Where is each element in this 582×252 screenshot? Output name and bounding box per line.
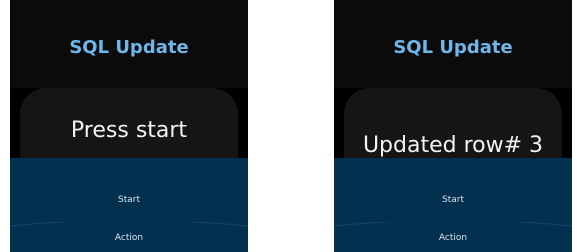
action-button[interactable]: Action — [10, 233, 248, 243]
start-button[interactable]: Start — [10, 195, 248, 205]
page-title: SQL Update — [69, 37, 189, 58]
watch-screen-1: SQL Update Press start Start Action — [10, 0, 248, 252]
status-message: Press start — [70, 118, 188, 143]
page-title: SQL Update — [393, 37, 513, 58]
action-button[interactable]: Action — [334, 233, 572, 243]
start-button[interactable]: Start — [334, 195, 572, 205]
watch-screen-2: SQL Update Updated row# 3 Start Action — [334, 0, 572, 252]
status-message: Updated row# 3 — [362, 133, 544, 158]
